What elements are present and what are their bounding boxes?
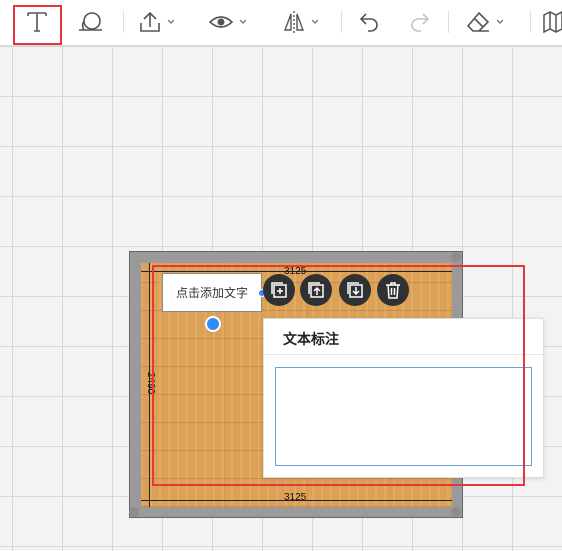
chevron-down-icon bbox=[496, 19, 504, 24]
corner-node[interactable] bbox=[129, 507, 139, 517]
dimension-left: 2490 bbox=[145, 372, 156, 395]
annotation-text-input[interactable] bbox=[275, 367, 532, 466]
text-T-icon bbox=[27, 12, 47, 32]
upload-icon bbox=[140, 11, 160, 32]
text-label-placeholder: 点击添加文字 bbox=[175, 286, 248, 300]
chevron-down-icon bbox=[167, 19, 175, 24]
corner-node[interactable] bbox=[451, 252, 461, 262]
rotate-handle[interactable] bbox=[205, 316, 221, 332]
undo-icon bbox=[359, 13, 378, 32]
upload-tool-button[interactable] bbox=[138, 6, 176, 38]
text-annotation-panel: 文本标注 bbox=[263, 318, 545, 478]
map-tool-button[interactable] bbox=[542, 6, 562, 38]
redo-icon bbox=[411, 13, 430, 32]
undo-button[interactable] bbox=[357, 6, 381, 38]
chevron-down-icon bbox=[239, 19, 247, 24]
send-backward-icon bbox=[347, 282, 363, 298]
copy-add-icon bbox=[271, 282, 287, 298]
measure-tool-button[interactable] bbox=[76, 6, 104, 38]
delete-button[interactable] bbox=[377, 274, 409, 306]
trash-icon bbox=[386, 282, 400, 299]
toolbar-divider bbox=[341, 11, 342, 33]
corner-node[interactable] bbox=[451, 507, 461, 517]
tape-measure-icon bbox=[79, 12, 102, 31]
redo-button[interactable] bbox=[408, 6, 432, 38]
toolbar-divider bbox=[448, 11, 449, 33]
bring-forward-icon bbox=[308, 282, 324, 298]
eye-icon bbox=[208, 16, 234, 28]
eraser-icon bbox=[466, 11, 490, 32]
mirror-tool-button[interactable] bbox=[282, 6, 320, 38]
view-tool-button[interactable] bbox=[208, 6, 248, 38]
map-icon bbox=[543, 11, 562, 34]
top-toolbar bbox=[0, 0, 562, 46]
send-backward-button[interactable] bbox=[339, 274, 371, 306]
toolbar-divider bbox=[123, 11, 124, 33]
toolbar-divider bbox=[530, 11, 531, 33]
text-tool-button[interactable] bbox=[24, 6, 50, 38]
panel-title: 文本标注 bbox=[283, 331, 339, 347]
panel-divider bbox=[264, 354, 545, 355]
dimension-bottom: 3125 bbox=[284, 492, 307, 503]
bring-forward-button[interactable] bbox=[300, 274, 332, 306]
text-label-box[interactable]: 点击添加文字 bbox=[162, 273, 262, 312]
chevron-down-icon bbox=[311, 19, 319, 24]
eraser-tool-button[interactable] bbox=[465, 6, 505, 38]
copy-button[interactable] bbox=[263, 274, 295, 306]
mirror-icon bbox=[283, 11, 305, 33]
